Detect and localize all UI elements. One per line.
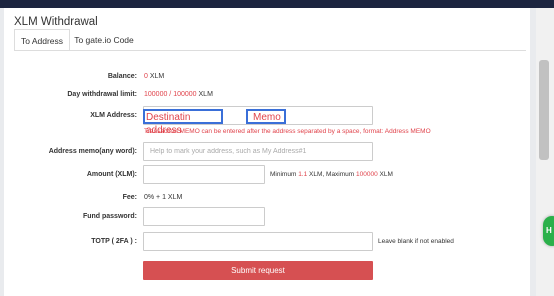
- amount-min-prefix: Minimum: [270, 171, 297, 178]
- tab-to-gateio-code[interactable]: To gate.io Code: [74, 29, 134, 51]
- amount-range-note: Minimum 1.1 XLM, Maximum 100000 XLM: [270, 171, 393, 178]
- balance-amount: 0: [144, 73, 148, 80]
- balance-unit: XLM: [149, 73, 165, 80]
- page-title: XLM Withdrawal: [14, 16, 98, 28]
- memo-annotation: Memo: [246, 109, 286, 124]
- balance-label: Balance:: [107, 73, 137, 80]
- address-memo-label: Address memo(any word):: [48, 148, 137, 155]
- fund-password-label: Fund password:: [82, 213, 137, 220]
- daily-limit-unit: XLM: [198, 91, 213, 98]
- totp-note: Leave blank if not enabled: [378, 238, 454, 245]
- amount-max-unit: XLM: [379, 171, 393, 178]
- fee-label: Fee:: [122, 194, 137, 201]
- daily-limit-used: 100000: [144, 91, 168, 98]
- amount-min-value: 1.1: [298, 171, 308, 178]
- amount-label: Amount (XLM):: [86, 171, 137, 178]
- balance-value: 0 XLM: [144, 73, 164, 80]
- amount-max-value: 100000: [356, 171, 378, 178]
- top-nav-bar: [0, 0, 554, 8]
- daily-limit-value: 100000 / 100000 XLM: [144, 91, 213, 98]
- daily-limit-total: 100000: [173, 91, 197, 98]
- address-memo-input[interactable]: [143, 142, 373, 161]
- amount-min-unit: XLM, Maximum: [309, 171, 355, 178]
- fee-value: 0% + 1 XLM: [144, 194, 183, 201]
- scrollbar-thumb[interactable]: [539, 60, 549, 160]
- tabs-divider: [14, 50, 526, 51]
- tab-to-address[interactable]: To Address: [14, 29, 70, 51]
- daily-limit-label: Day withdrawal limit:: [67, 91, 137, 98]
- totp-label: TOTP ( 2FA ) :: [91, 238, 137, 245]
- address-memo-hint: Transaction MEMO can be entered after th…: [144, 128, 431, 135]
- destination-address-annotation: Destinatin address: [143, 109, 223, 136]
- floating-badge-icon[interactable]: H: [543, 216, 554, 246]
- fund-password-input[interactable]: [143, 207, 265, 226]
- submit-request-button[interactable]: Submit request: [143, 261, 373, 280]
- xlm-address-label: XLM Address:: [90, 112, 137, 119]
- amount-input[interactable]: [143, 165, 265, 184]
- totp-input[interactable]: [143, 232, 373, 251]
